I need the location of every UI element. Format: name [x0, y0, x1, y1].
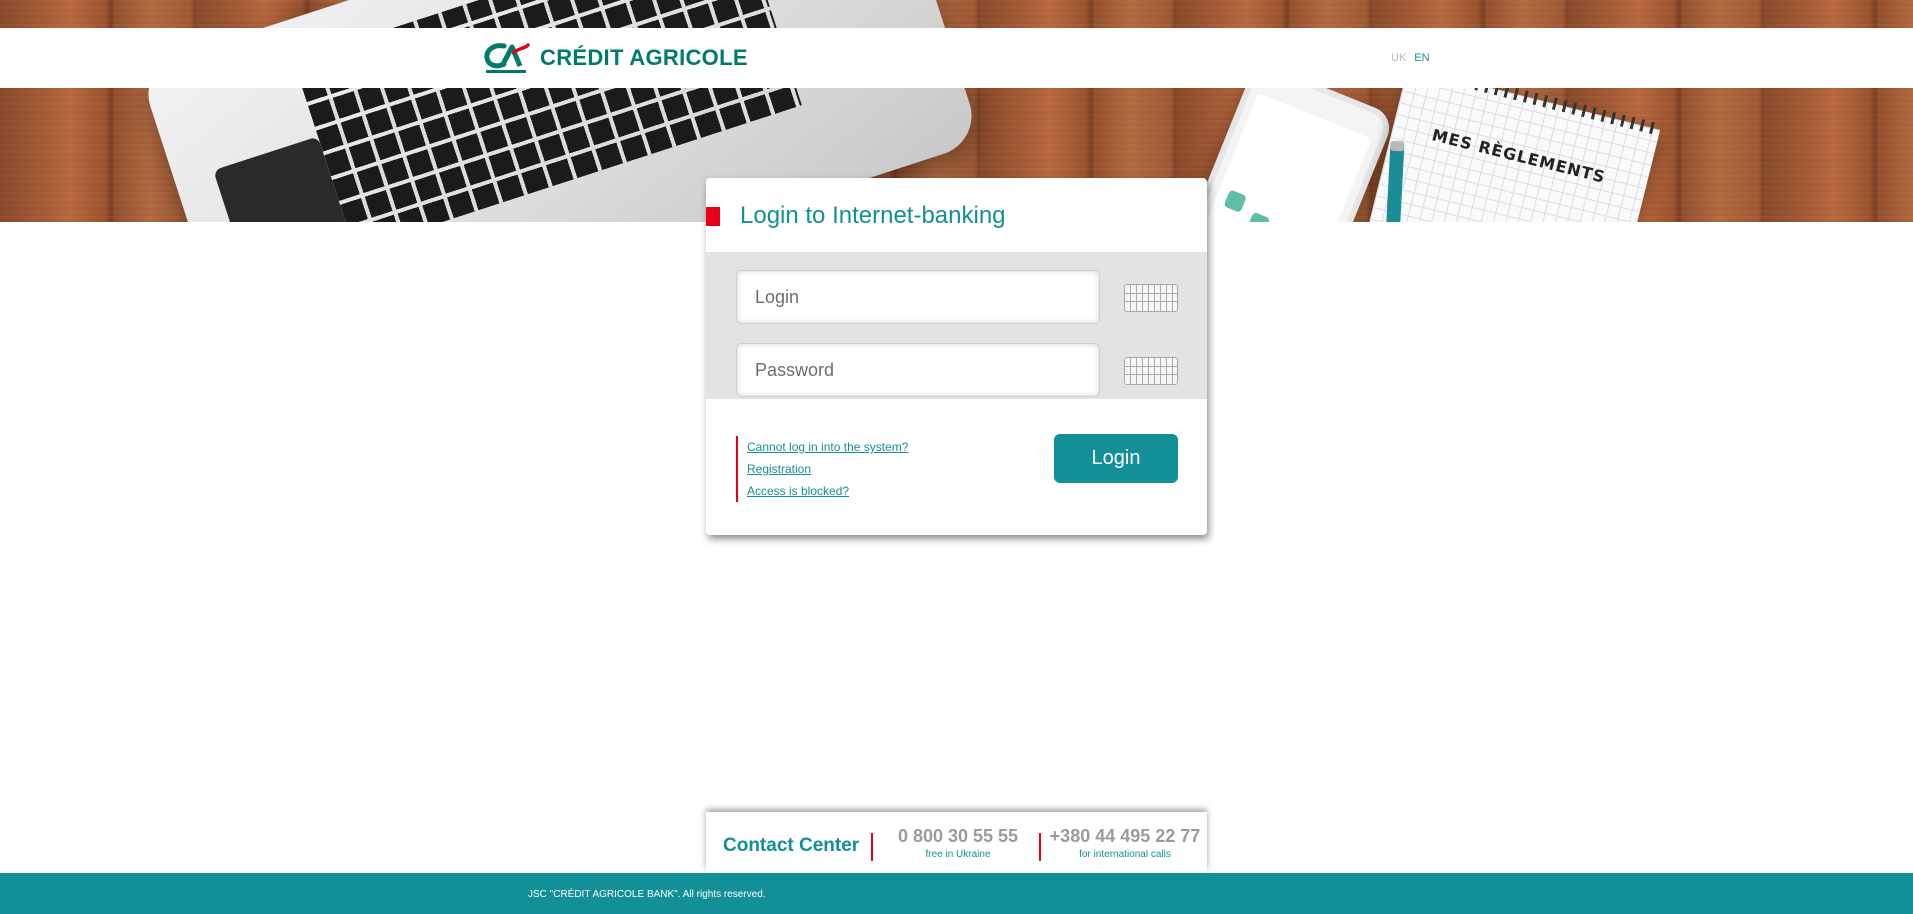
divider [1039, 833, 1041, 861]
ca-logo-icon [484, 42, 530, 74]
title-marker [706, 207, 720, 226]
page-footer: JSC "CRÉDIT AGRICOLE BANK". All rights r… [0, 873, 1913, 914]
help-links: Cannot log in into the system? Registrat… [736, 436, 908, 502]
phone-number[interactable]: 0 800 30 55 55 [884, 826, 1032, 847]
virtual-keyboard-icon[interactable] [1124, 357, 1178, 385]
login-card: Login to Internet-banking Cannot log in … [706, 178, 1207, 535]
top-header: CRÉDIT AGRICOLE UK EN [0, 28, 1913, 88]
phone-note: free in Ukraine [925, 849, 991, 860]
cannot-login-link[interactable]: Cannot log in into the system? [747, 436, 908, 458]
login-form [706, 252, 1207, 399]
phone-note: for international calls [1079, 849, 1171, 860]
login-title: Login to Internet-banking [740, 202, 1006, 229]
brand-logo[interactable]: CRÉDIT AGRICOLE [484, 42, 748, 74]
registration-link[interactable]: Registration [747, 458, 908, 480]
phone-number[interactable]: +380 44 495 22 77 [1046, 826, 1204, 847]
contact-center-title: Contact Center [723, 835, 860, 856]
access-blocked-link[interactable]: Access is blocked? [747, 480, 908, 502]
contact-center: Contact Center 0 800 30 55 55 free in Uk… [706, 812, 1207, 872]
login-button[interactable]: Login [1054, 434, 1178, 483]
lang-uk[interactable]: UK [1391, 52, 1406, 64]
phone-ukraine: 0 800 30 55 55 free in Ukraine [884, 826, 1032, 860]
divider [871, 833, 873, 861]
virtual-keyboard-icon[interactable] [1124, 284, 1178, 312]
lang-en[interactable]: EN [1414, 52, 1429, 64]
login-card-header: Login to Internet-banking [706, 178, 1207, 252]
brand-name: CRÉDIT AGRICOLE [540, 45, 748, 70]
login-input[interactable] [736, 270, 1100, 324]
copyright-text: JSC "CRÉDIT AGRICOLE BANK". All rights r… [528, 889, 766, 900]
phone-international: +380 44 495 22 77 for international call… [1046, 826, 1204, 860]
password-input[interactable] [736, 343, 1100, 397]
language-switcher: UK EN [1391, 52, 1438, 64]
